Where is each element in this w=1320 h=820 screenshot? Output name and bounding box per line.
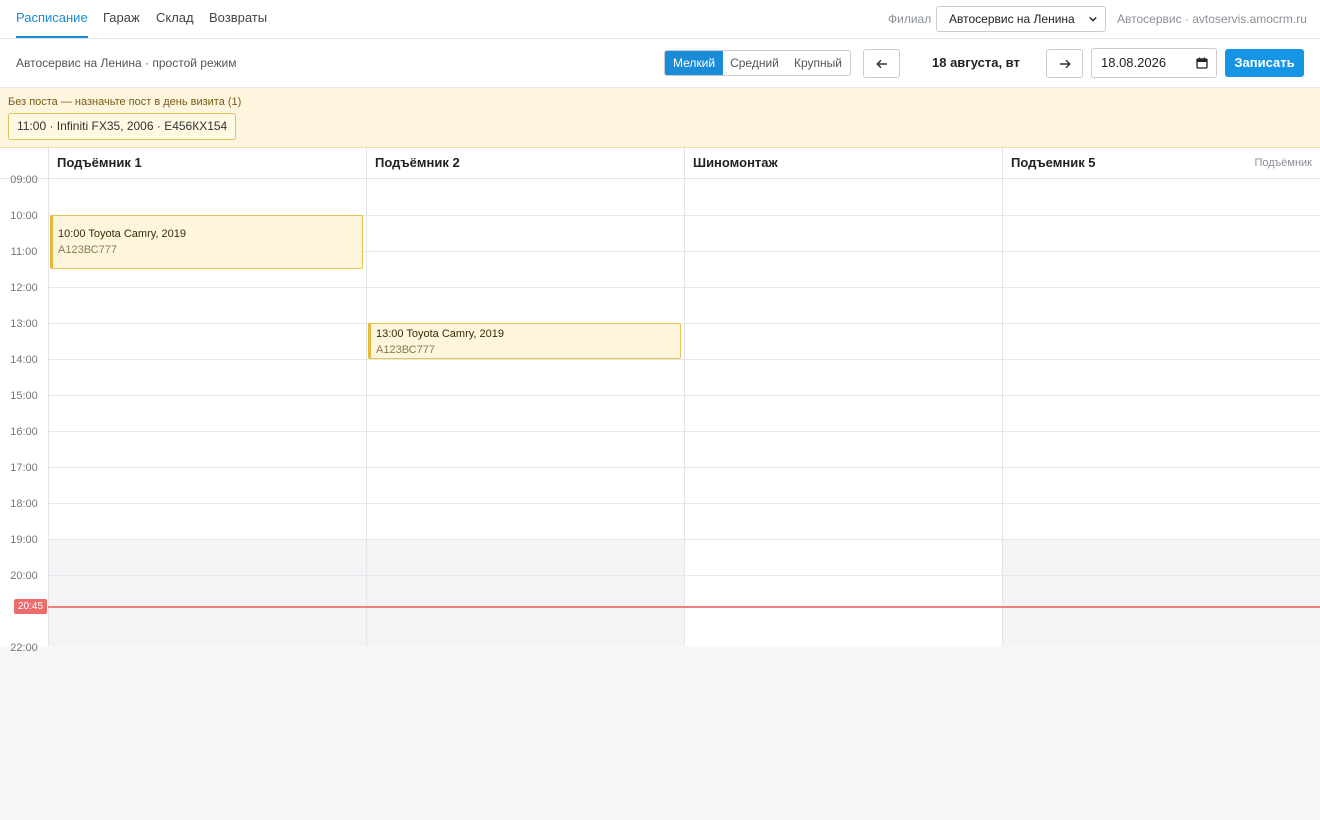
tab-garage[interactable]: Гараж bbox=[103, 0, 140, 38]
branch-select[interactable]: Автосервис на Ленина bbox=[936, 6, 1106, 32]
hour-gridline bbox=[48, 395, 1320, 396]
hour-label: 13:00 bbox=[10, 318, 38, 330]
hour-label: 16:00 bbox=[10, 426, 38, 438]
hour-gridline bbox=[48, 575, 1320, 576]
size-large-button[interactable]: Крупный bbox=[786, 51, 850, 75]
hour-gridline bbox=[48, 431, 1320, 432]
hour-label: 09:00 bbox=[10, 174, 38, 186]
column-name: Подъёмник 1 bbox=[57, 155, 142, 170]
date-field-value: 18.08.2026 bbox=[1101, 55, 1167, 70]
unassigned-title: Без поста — назначьте пост в день визита… bbox=[8, 96, 242, 108]
current-date-label: 18 августа, вт bbox=[932, 55, 1020, 70]
hour-gridline bbox=[48, 467, 1320, 468]
closed-hours bbox=[367, 539, 684, 646]
branch-select-value: Автосервис на Ленина bbox=[949, 12, 1075, 26]
top-navigation: Расписание Гараж Склад Возвраты Филиал А… bbox=[0, 0, 1320, 39]
tab-schedule[interactable]: Расписание bbox=[16, 0, 88, 38]
hour-gridline bbox=[48, 503, 1320, 504]
closed-hours bbox=[49, 539, 366, 646]
closed-hours bbox=[1003, 539, 1320, 646]
appointment-plate: А123ВС777 bbox=[58, 244, 117, 256]
unassigned-visits-banner: Без поста — назначьте пост в день визита… bbox=[0, 88, 1320, 148]
date-field[interactable]: 18.08.2026 bbox=[1091, 48, 1217, 78]
hour-label: 17:00 bbox=[10, 462, 38, 474]
next-day-button[interactable] bbox=[1046, 49, 1083, 78]
schedule-toolbar: Автосервис на Ленина · простой режим Мел… bbox=[0, 39, 1320, 88]
chevron-down-icon bbox=[1089, 16, 1097, 22]
size-small-button[interactable]: Мелкий bbox=[665, 51, 723, 75]
appointment-title: 10:00 Toyota Camry, 2019 bbox=[58, 228, 187, 240]
hour-label: 19:00 bbox=[10, 534, 38, 546]
book-appointment-button[interactable]: Записать bbox=[1225, 49, 1304, 77]
page-subtitle: Автосервис на Ленина · простой режим bbox=[16, 56, 237, 70]
hour-gridline bbox=[48, 539, 1320, 540]
appointment-title: 13:00 Toyota Camry, 2019 bbox=[376, 328, 505, 340]
hour-label: 14:00 bbox=[10, 354, 38, 366]
column-name: Шиномонтаж bbox=[693, 155, 778, 170]
size-medium-button[interactable]: Средний bbox=[723, 51, 786, 75]
hour-label: 11:00 bbox=[10, 246, 38, 258]
arrow-right-icon bbox=[1059, 59, 1071, 68]
column-name: Подъёмник 2 bbox=[375, 155, 460, 170]
hour-label: 10:00 bbox=[10, 210, 38, 222]
hour-gridline bbox=[48, 323, 1320, 324]
appointment-card[interactable]: 10:00 Toyota Camry, 2019 А123ВС777 bbox=[50, 215, 363, 269]
arrow-left-icon bbox=[875, 59, 887, 68]
hour-label: 20:00 bbox=[10, 570, 38, 582]
column-header-tire-service: Шиномонтаж bbox=[684, 148, 1002, 179]
column-header-lift-1: Подъёмник 1 bbox=[48, 148, 366, 179]
appointment-plate: А123ВС777 bbox=[376, 344, 435, 356]
company-account: Автосервис · avtoservis.amocrm.ru bbox=[1117, 12, 1307, 26]
column-header-lift-5: Подъемник 5 Подъёмник bbox=[1002, 148, 1320, 179]
hour-gridline bbox=[48, 359, 1320, 360]
hour-label: 15:00 bbox=[10, 390, 38, 402]
app: Расписание Гараж Склад Возвраты Филиал А… bbox=[0, 0, 1320, 820]
size-switcher: Мелкий Средний Крупный bbox=[664, 50, 851, 76]
current-time-badge: 20:45 bbox=[14, 599, 47, 614]
hour-label: 22:00 bbox=[10, 642, 38, 654]
column-header-lift-2: Подъёмник 2 bbox=[366, 148, 684, 179]
current-time-line bbox=[48, 606, 1320, 608]
column-type: Подъёмник bbox=[1254, 157, 1312, 169]
unassigned-visit-chip[interactable]: 11:00 · Infiniti FX35, 2006 · Е456КХ154 bbox=[8, 113, 237, 140]
column-name: Подъемник 5 bbox=[1011, 155, 1096, 170]
tab-returns[interactable]: Возвраты bbox=[209, 0, 267, 38]
appointment-card[interactable]: 13:00 Toyota Camry, 2019 А123ВС777 bbox=[368, 323, 681, 359]
tab-warehouse[interactable]: Склад bbox=[156, 0, 194, 38]
hour-label: 12:00 bbox=[10, 282, 38, 294]
calendar-icon[interactable] bbox=[1196, 57, 1208, 69]
hour-label: 18:00 bbox=[10, 498, 38, 510]
branch-label: Филиал bbox=[888, 12, 932, 26]
hour-gridline bbox=[48, 287, 1320, 288]
schedule-grid: Подъёмник 1 Подъёмник 2 Шиномонтаж Подъе… bbox=[0, 148, 1320, 654]
previous-day-button[interactable] bbox=[863, 49, 900, 78]
